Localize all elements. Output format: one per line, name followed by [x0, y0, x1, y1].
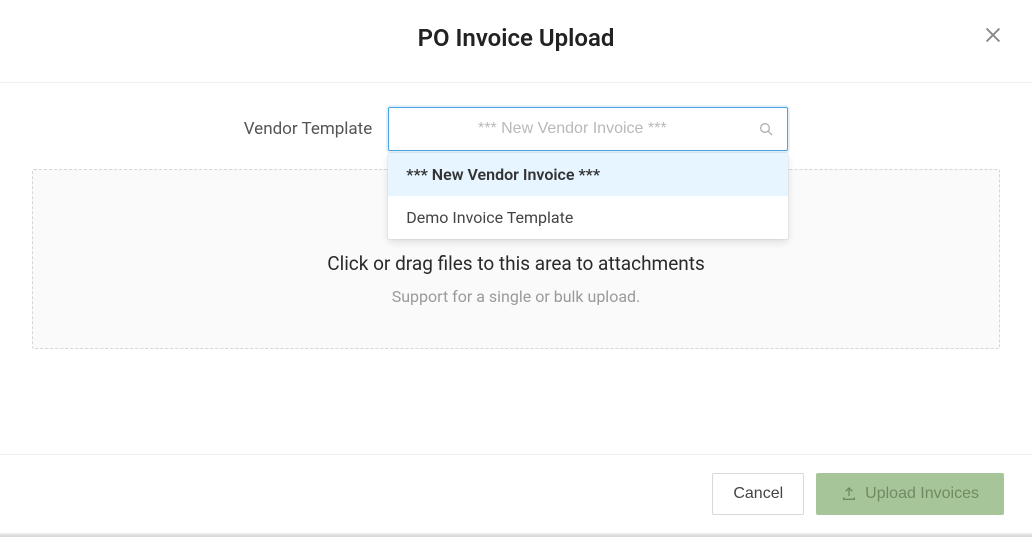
- dropdown-option[interactable]: Demo Invoice Template: [388, 196, 788, 239]
- upload-button-label: Upload Invoices: [865, 485, 979, 503]
- modal-shadow: [0, 533, 1032, 537]
- modal-body: Vendor Template *** New Vendor Invoice *…: [0, 83, 1032, 454]
- upload-icon: [841, 486, 857, 502]
- dropdown-option[interactable]: *** New Vendor Invoice ***: [388, 153, 788, 196]
- dropzone-title: Click or drag files to this area to atta…: [327, 252, 705, 275]
- cancel-button[interactable]: Cancel: [712, 473, 804, 515]
- vendor-template-field: Vendor Template *** New Vendor Invoice *…: [32, 107, 1000, 151]
- cancel-button-label: Cancel: [733, 485, 783, 503]
- upload-invoices-button[interactable]: Upload Invoices: [816, 473, 1004, 515]
- vendor-template-select[interactable]: *** New Vendor Invoice *** Demo Invoice …: [388, 107, 788, 151]
- close-icon[interactable]: [982, 24, 1004, 46]
- modal-title: PO Invoice Upload: [20, 24, 1012, 52]
- vendor-template-dropdown: *** New Vendor Invoice *** Demo Invoice …: [388, 153, 788, 239]
- modal-header: PO Invoice Upload: [0, 0, 1032, 83]
- po-invoice-upload-modal: PO Invoice Upload Vendor Template *** N: [0, 0, 1032, 537]
- dropzone-subtitle: Support for a single or bulk upload.: [392, 287, 641, 306]
- modal-footer: Cancel Upload Invoices: [0, 454, 1032, 537]
- vendor-template-label: Vendor Template: [244, 119, 373, 139]
- vendor-template-input[interactable]: [388, 107, 788, 151]
